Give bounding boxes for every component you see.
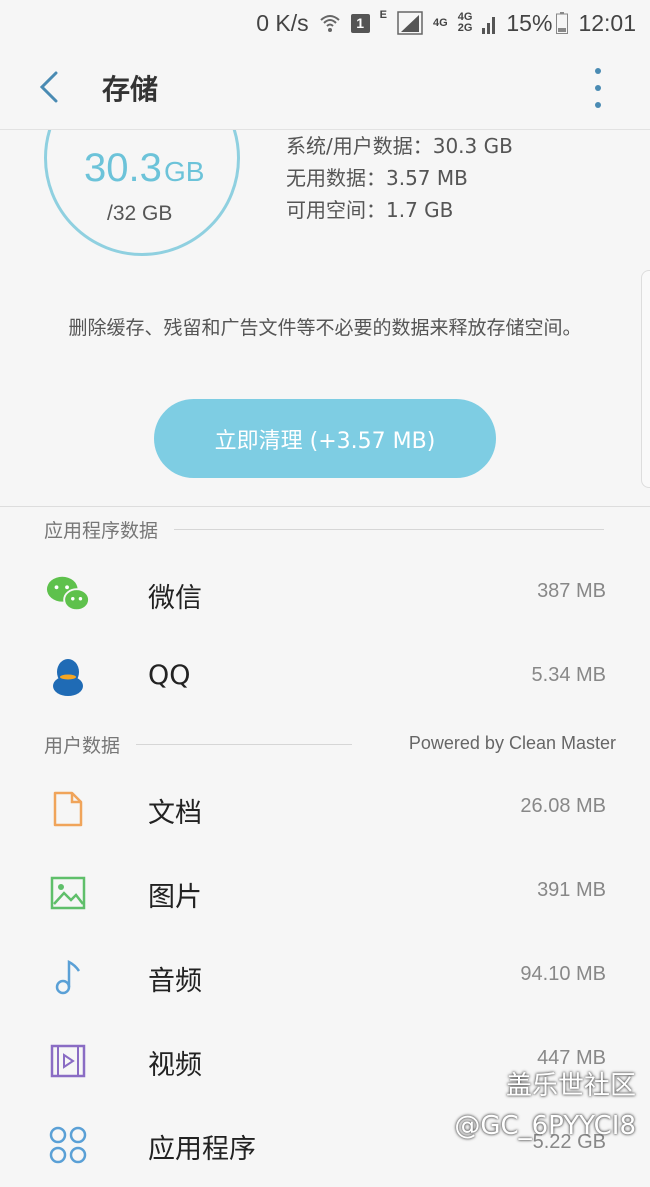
junk-data: 无用数据：3.57 MB <box>286 166 468 190</box>
video-icon <box>46 1041 90 1081</box>
user-data-section-header: 用户数据 <box>44 731 353 758</box>
battery-percent: 15% <box>506 9 553 36</box>
watermark: 盖乐世社区 @GC_6PYYCI8 <box>454 1066 636 1146</box>
list-item-qq[interactable]: QQ 5.34 MB <box>0 636 650 720</box>
list-item-wechat[interactable]: 微信 387 MB <box>0 552 650 636</box>
app-bar: 存储 <box>0 46 650 130</box>
lte2-bottom: 2G <box>457 22 473 34</box>
list-item-size: 387 MB <box>537 580 606 602</box>
page-title: 存储 <box>102 73 159 106</box>
sim-badge: 1 <box>350 13 370 33</box>
divider <box>0 506 650 507</box>
back-button[interactable] <box>28 66 70 108</box>
clean-now-button[interactable]: 立即清理 (+3.57 MB) <box>154 399 496 478</box>
status-bar: 0 K/s 1 E 4G 4G 2G 15% 12:01 <box>0 0 650 46</box>
available-space: 可用空间：1.7 GB <box>286 198 454 222</box>
list-item-label: 文档 <box>148 798 202 829</box>
list-item-size: 26.08 MB <box>520 795 606 817</box>
system-user-data: 系统/用户数据：30.3 GB <box>286 134 513 158</box>
list-item-label: 微信 <box>148 583 202 614</box>
list-item-audio[interactable]: 音频 94.10 MB <box>0 935 650 1019</box>
app-data-header: 应用程序数据 <box>44 520 159 542</box>
signal-bars-icon <box>482 12 496 34</box>
more-options-button[interactable] <box>586 68 610 108</box>
back-arrow-icon <box>39 71 58 103</box>
app-data-section-header: 应用程序数据 <box>44 516 605 543</box>
section-divider <box>174 529 605 530</box>
clock: 12:01 <box>578 9 636 36</box>
battery-icon <box>556 12 569 34</box>
qq-penguin-icon <box>46 658 90 698</box>
storage-stats: 系统/用户数据：30.3 GB 无用数据：3.57 MB 可用空间：1.7 GB <box>286 130 513 226</box>
list-item-label: 视频 <box>148 1050 202 1081</box>
list-item-size: 5.34 MB <box>531 664 606 686</box>
net-speed: 0 K/s <box>256 9 309 36</box>
powered-by-label: Powered by Clean Master <box>408 733 616 753</box>
edge-indicator: E <box>379 9 388 21</box>
signal-icon <box>397 11 423 35</box>
list-item-size: 391 MB <box>537 879 606 901</box>
list-item-images[interactable]: 图片 391 MB <box>0 851 650 935</box>
used-storage-unit: GB <box>164 156 205 187</box>
used-storage-value: 30.3 <box>84 146 162 190</box>
lte-indicator: 4G <box>433 16 448 29</box>
music-note-icon <box>46 957 90 997</box>
wifi-icon <box>319 12 341 34</box>
list-item-documents[interactable]: 文档 26.08 MB <box>0 767 650 851</box>
document-icon <box>46 789 90 829</box>
list-item-label: 应用程序 <box>148 1134 256 1165</box>
apps-grid-icon <box>46 1125 90 1165</box>
total-storage: /32 GB <box>107 202 173 225</box>
watermark-brand: 盖乐世社区 <box>505 1071 636 1101</box>
list-item-label: 图片 <box>148 882 202 913</box>
clean-description: 删除缓存、残留和广告文件等不必要的数据来释放存储空间。 <box>68 317 582 339</box>
watermark-user: @GC_6PYYCI8 <box>454 1111 636 1141</box>
user-data-header: 用户数据 <box>44 735 121 757</box>
list-item-size: 94.10 MB <box>520 963 606 985</box>
more-vert-icon <box>595 68 601 74</box>
dual-signal-icon: 4G 2G <box>458 12 473 34</box>
section-divider <box>136 744 353 745</box>
edge-panel-handle[interactable] <box>641 270 650 488</box>
list-item-label: QQ <box>148 660 191 691</box>
image-icon <box>46 873 90 913</box>
list-item-label: 音频 <box>148 966 202 997</box>
wechat-icon <box>46 574 90 614</box>
